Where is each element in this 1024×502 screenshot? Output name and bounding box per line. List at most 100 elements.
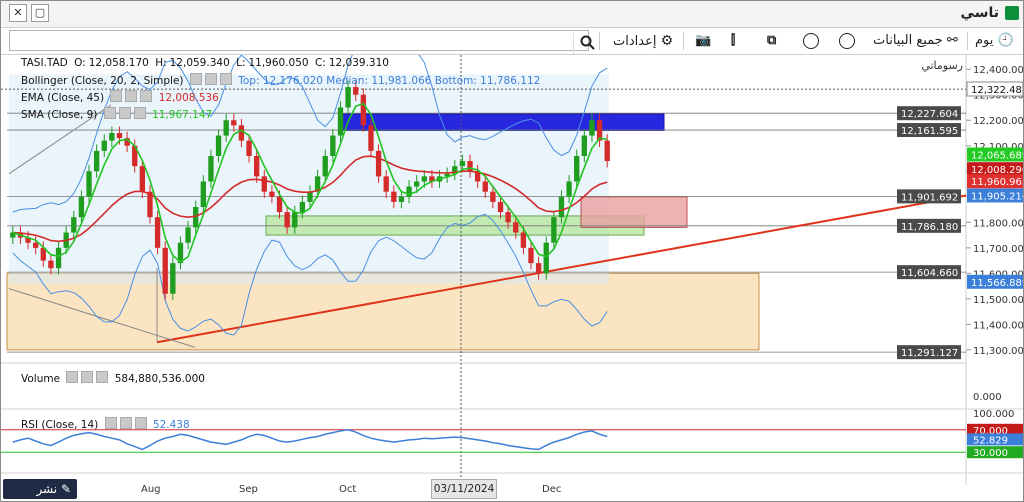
drawings-menu[interactable]: رسوماتي <box>921 59 963 72</box>
share-label: نشر <box>36 482 58 496</box>
candle-body <box>490 191 496 202</box>
candle-body <box>551 217 557 243</box>
close-icon[interactable] <box>219 73 232 85</box>
candle-body <box>253 155 260 177</box>
settings-icon[interactable] <box>104 417 117 429</box>
indicators-button[interactable]: ⫿ <box>731 31 735 51</box>
candle-body <box>109 133 115 141</box>
chart-window: ✕ ▢ تاسي إعدادات ⚙ 📷 ⫿ ⧉ جميع البيانات ⚯… <box>0 0 1024 502</box>
settings-icon[interactable] <box>103 107 116 119</box>
close-window-button[interactable]: ✕ <box>9 4 27 22</box>
candle-body <box>345 87 351 108</box>
candle-body <box>604 140 610 162</box>
symbol-label: TASI.TAD <box>21 57 68 69</box>
ema-value: 12,008.536 <box>158 92 219 104</box>
price-label: 11,604.660 <box>901 268 958 279</box>
symbol-search-input[interactable] <box>9 30 595 54</box>
candle-body <box>154 217 161 248</box>
y-tick-label: 11,800.000 <box>973 218 1023 229</box>
window-title: تاسي <box>960 5 999 21</box>
clock-icon: 🕘 <box>997 33 1014 48</box>
candle-body <box>421 176 427 182</box>
candle-body <box>246 140 252 156</box>
compare-label: جميع البيانات <box>873 33 943 48</box>
candle-body <box>223 120 229 136</box>
y-tick-label: 12,400.000 <box>973 65 1023 76</box>
price-label: 12,322.487 <box>971 85 1023 96</box>
candle-body <box>55 247 62 269</box>
candle-body <box>200 181 206 207</box>
volume-tick-label: 0.000 <box>973 392 1002 403</box>
share-button[interactable]: نشر ✎ <box>3 479 77 499</box>
period-button[interactable]: يوم 🕘 <box>975 31 1014 51</box>
candle-body <box>208 155 214 182</box>
y-tick-label: 11,500.000 <box>973 295 1023 306</box>
volume-value: 584,880,536.000 <box>114 373 205 385</box>
candle-body <box>93 150 100 172</box>
camera-button[interactable]: 📷 <box>695 31 711 51</box>
candle-body <box>535 263 542 274</box>
rsi-tick-label: 52.829 <box>973 435 1008 446</box>
candle-body <box>482 181 488 192</box>
candle-body <box>330 135 336 156</box>
candle-body <box>71 217 77 233</box>
settings-label: إعدادات <box>613 34 657 49</box>
candle-body <box>162 247 168 294</box>
gear-icon[interactable] <box>125 90 138 102</box>
candle-body <box>101 140 107 151</box>
open-value: 12,058.170 <box>88 57 149 69</box>
drawing-tool-icon[interactable] <box>803 33 819 49</box>
settings-icon[interactable] <box>110 90 123 102</box>
candle-body <box>307 191 313 202</box>
gear-icon[interactable] <box>118 107 131 119</box>
x-tick-label: Aug <box>141 484 161 495</box>
volume-legend: Volume 584,880,536.000 <box>21 371 208 385</box>
settings-button[interactable]: إعدادات ⚙ <box>613 31 673 51</box>
rsi-value: 52.438 <box>152 419 190 431</box>
candle-body <box>337 107 344 136</box>
close-icon[interactable] <box>133 107 146 119</box>
close-icon[interactable] <box>134 417 147 429</box>
candle-body <box>353 87 359 95</box>
candle-body <box>520 232 527 248</box>
chart-area[interactable]: 12,400.00012,300.00012,200.00012,100.000… <box>1 41 1023 501</box>
candle-body <box>299 201 306 213</box>
search-icon[interactable] <box>573 33 601 54</box>
speed-icon[interactable] <box>839 33 855 49</box>
candle-body <box>215 135 222 156</box>
candle-body <box>139 166 146 192</box>
candle-body <box>459 161 466 167</box>
close-icon[interactable] <box>96 371 109 383</box>
compare-button[interactable]: جميع البيانات ⚯ <box>873 31 958 51</box>
chart-svg[interactable]: 12,400.00012,300.00012,200.00012,100.000… <box>1 41 1023 501</box>
ohlc-legend: TASI.TAD O: 12,058.170 H: 12,059.340 L: 11,… <box>21 57 389 69</box>
settings-icon[interactable] <box>66 371 79 383</box>
y-tick-label: 12,200.000 <box>973 116 1023 127</box>
candle-body <box>398 196 405 202</box>
rsi-legend: RSI (Close, 14) 52.438 <box>21 417 193 431</box>
volume-label: Volume <box>21 373 61 385</box>
gear-icon[interactable] <box>204 73 217 85</box>
candle-body <box>48 260 54 269</box>
close-icon[interactable] <box>140 90 153 102</box>
candle-body <box>581 135 587 156</box>
close-value: 12,039.310 <box>328 57 389 69</box>
bollinger-values: Top: 12,176.020 Median: 11,981.066 Botto… <box>238 75 541 87</box>
price-label: 12,161.595 <box>901 126 958 137</box>
candle-body <box>322 155 328 177</box>
drawings-label: رسوماتي <box>921 59 963 72</box>
gear-icon[interactable] <box>81 371 94 383</box>
ema-label: EMA (Close, 45) <box>21 92 105 104</box>
restore-window-button[interactable]: ▢ <box>31 4 49 22</box>
settings-icon[interactable] <box>189 73 202 85</box>
chart-type-button[interactable]: ⧉ <box>767 31 776 51</box>
candle-body <box>497 201 504 213</box>
candle-body <box>406 186 412 197</box>
price-label: 11,566.889 <box>971 278 1023 289</box>
sma-legend: SMA (Close, 9) 11,967.147 <box>21 107 215 121</box>
gear-icon[interactable] <box>119 417 132 429</box>
price-label: 11,960.965 <box>971 177 1023 188</box>
price-label: 12,065.689 <box>971 151 1023 162</box>
high-value: 12,059.340 <box>169 57 230 69</box>
candle-body <box>231 120 237 126</box>
